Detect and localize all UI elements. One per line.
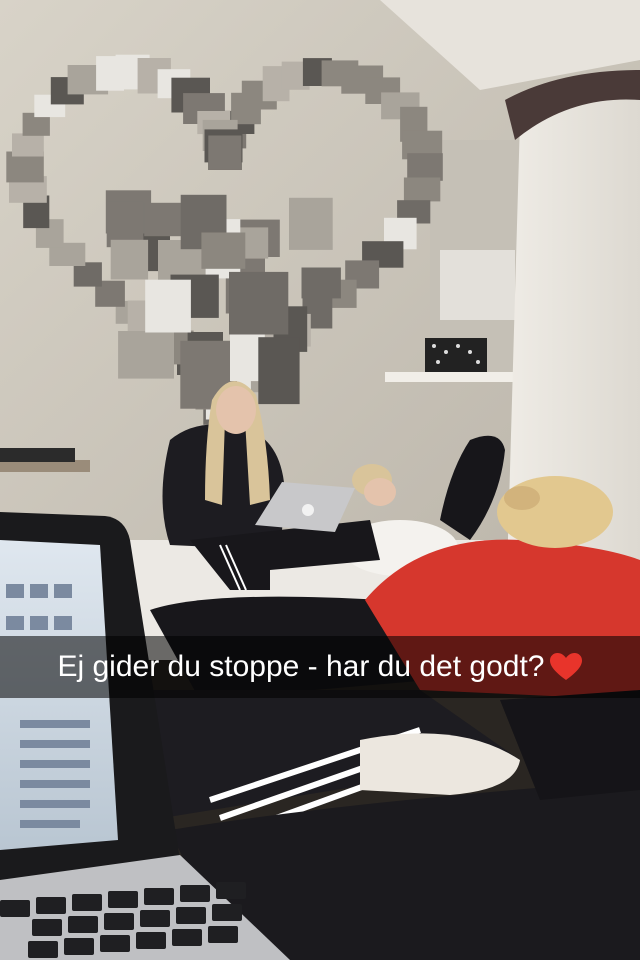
snap-caption-bar: Ej gider du stoppe - har du det godt?: [0, 636, 640, 698]
keyboard-key: [176, 907, 206, 924]
keyboard-key: [68, 916, 98, 933]
keyboard-key: [144, 888, 174, 905]
keyboard-key: [0, 900, 30, 917]
collage-photo: [144, 202, 187, 237]
collage-photo: [118, 331, 174, 379]
collage-photo: [229, 271, 289, 335]
keyboard-key: [100, 935, 130, 952]
caption-text: Ej gider du stoppe - har du det godt?: [57, 650, 545, 683]
keyboard-key: [208, 926, 238, 943]
keyboard-key: [140, 910, 170, 927]
collage-photo: [403, 177, 441, 202]
keyboard-key: [36, 897, 66, 914]
collage-photo: [145, 279, 191, 333]
keyboard-key: [216, 882, 246, 899]
collage-photo: [110, 239, 149, 280]
keyboard-key: [28, 941, 58, 958]
collage-photo: [201, 232, 246, 269]
keyboard-key: [180, 885, 210, 902]
heart-icon: [549, 653, 582, 680]
snapshot-photo: [0, 0, 640, 960]
collage-photo: [301, 267, 341, 299]
keyboard-key: [172, 929, 202, 946]
keyboard-key: [64, 938, 94, 955]
keyboard-key: [32, 919, 62, 936]
collage-photo: [208, 135, 242, 170]
keyboard-key: [72, 894, 102, 911]
keyboard-key: [212, 904, 242, 921]
keyboard-key: [136, 932, 166, 949]
collage-photo: [407, 153, 443, 181]
keyboard-key: [104, 913, 134, 930]
keyboard-key: [108, 891, 138, 908]
collage-photo: [289, 197, 333, 250]
collage-photo: [12, 133, 44, 157]
collage-photo: [258, 337, 300, 405]
